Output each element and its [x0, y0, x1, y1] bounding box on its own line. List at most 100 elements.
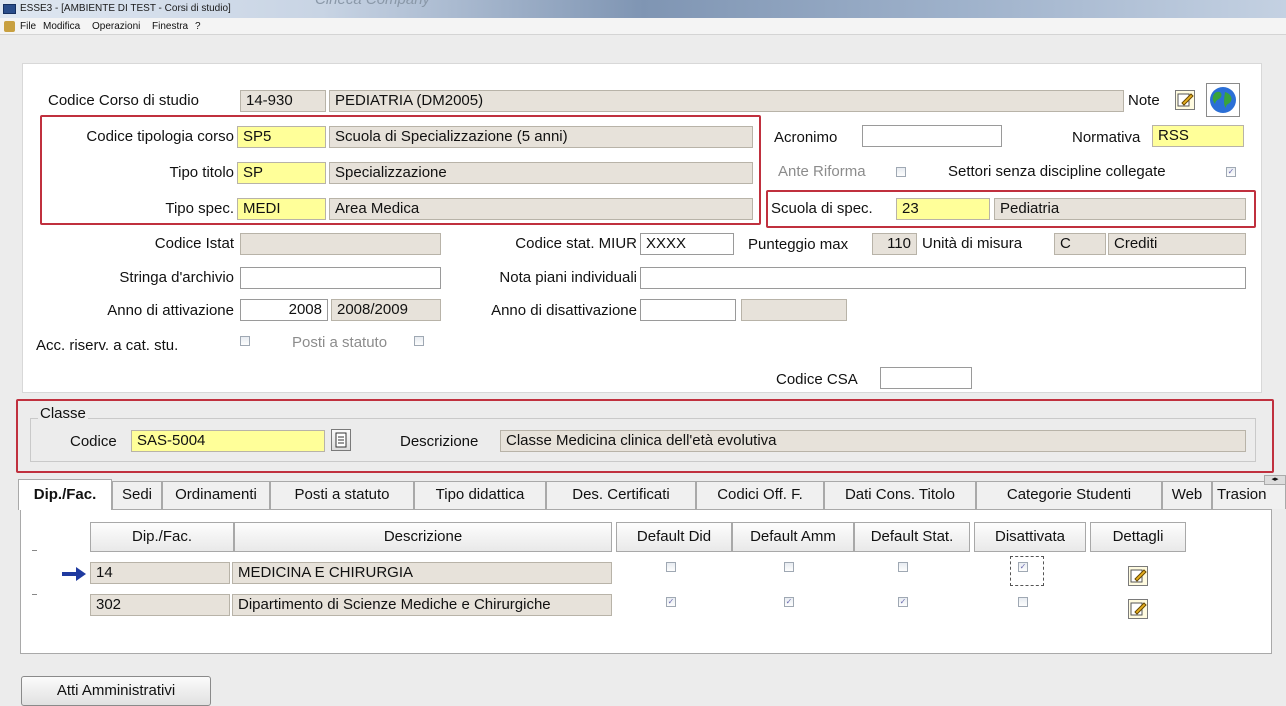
row1-default-did-checkbox[interactable]	[666, 562, 676, 572]
tab-scroll-arrows[interactable]: ◂▸	[1264, 475, 1286, 485]
row1-dettagli-edit-icon[interactable]	[1128, 566, 1148, 586]
tab-dati-cons-titolo[interactable]: Dati Cons. Titolo	[824, 481, 976, 509]
col-header-dettagli[interactable]: Dettagli	[1090, 522, 1186, 552]
col-header-descrizione[interactable]: Descrizione	[234, 522, 612, 552]
codice-corso-field[interactable]: 14-930	[240, 90, 326, 112]
settori-checkbox[interactable]: ✓	[1226, 167, 1236, 177]
tipo-titolo-label: Tipo titolo	[169, 164, 234, 181]
row1-default-amm-checkbox[interactable]	[784, 562, 794, 572]
tipo-titolo-codice-field[interactable]: SP	[237, 162, 326, 184]
tipo-spec-descrizione-field[interactable]: Area Medica	[329, 198, 753, 220]
col-header-default-amm[interactable]: Default Amm	[732, 522, 854, 552]
row2-default-amm-checkbox[interactable]: ✓	[784, 597, 794, 607]
row2-default-did-checkbox[interactable]: ✓	[666, 597, 676, 607]
tipo-titolo-descrizione-field[interactable]: Specializzazione	[329, 162, 753, 184]
app-menu-icon[interactable]	[4, 21, 15, 32]
col-header-dip-fac[interactable]: Dip./Fac.	[90, 522, 234, 552]
stat-miur-field[interactable]: XXXX	[640, 233, 734, 255]
grid-row-marker-2	[32, 594, 37, 595]
tab-web[interactable]: Web	[1162, 481, 1212, 509]
classe-codice-field[interactable]: SAS-5004	[131, 430, 325, 452]
anno-disattivazione-field[interactable]	[640, 299, 736, 321]
acc-riserv-checkbox[interactable]	[240, 336, 250, 346]
menu-file[interactable]: File	[20, 18, 36, 35]
tab-ordinamenti[interactable]: Ordinamenti	[162, 481, 270, 509]
menu-operazioni[interactable]: Operazioni	[92, 18, 140, 35]
main-form-panel	[22, 63, 1262, 393]
anno-attivazione-label: Anno di attivazione	[107, 302, 234, 319]
title-bar: ESSE3 - [AMBIENTE DI TEST - Corsi di stu…	[0, 0, 1286, 18]
nota-piani-field[interactable]	[640, 267, 1246, 289]
punteggio-field[interactable]: 110	[872, 233, 917, 255]
row1-default-stat-checkbox[interactable]	[898, 562, 908, 572]
stringa-archivio-field[interactable]	[240, 267, 441, 289]
brand-logo: Cineca Company	[315, 0, 430, 9]
acronimo-label: Acronimo	[774, 129, 838, 146]
normativa-field[interactable]: RSS	[1152, 125, 1244, 147]
classe-descrizione-label: Descrizione	[400, 433, 479, 450]
row1-disattivata-checkbox[interactable]: ✓	[1018, 562, 1028, 572]
grid-row-marker	[32, 550, 37, 551]
descrizione-corso-field[interactable]: PEDIATRIA (DM2005)	[329, 90, 1124, 112]
classe-group-label: Classe	[38, 404, 88, 424]
tipologia-label: Codice tipologia corso	[86, 128, 234, 145]
tab-sedi[interactable]: Sedi	[112, 481, 162, 509]
globe-icon[interactable]	[1206, 83, 1240, 117]
stringa-archivio-label: Stringa d'archivio	[119, 269, 234, 286]
classe-codice-label: Codice	[70, 433, 117, 450]
classe-descrizione-field[interactable]: Classe Medicina clinica dell'età evoluti…	[500, 430, 1246, 452]
col-header-disattivata[interactable]: Disattivata	[974, 522, 1086, 552]
menu-finestra[interactable]: Finestra	[152, 18, 188, 35]
unita-descrizione-field[interactable]: Crediti	[1108, 233, 1246, 255]
menu-modifica[interactable]: Modifica	[43, 18, 80, 35]
tipo-spec-codice-field[interactable]: MEDI	[237, 198, 326, 220]
punteggio-label: Punteggio max	[748, 236, 849, 253]
istat-label: Codice Istat	[154, 235, 234, 252]
atti-amministrativi-button[interactable]: Atti Amministrativi	[21, 676, 211, 706]
scuola-spec-descrizione-field[interactable]: Pediatria	[994, 198, 1246, 220]
current-row-arrow-icon	[60, 566, 88, 582]
tipologia-descrizione-field[interactable]: Scuola di Specializzazione (5 anni)	[329, 126, 753, 148]
posti-statuto-label: Posti a statuto	[292, 334, 388, 351]
classe-lookup-icon[interactable]	[331, 429, 351, 451]
codice-corso-label: Codice Corso di studio	[48, 92, 199, 109]
unita-codice-field[interactable]: C	[1054, 233, 1106, 255]
tab-posti-statuto[interactable]: Posti a statuto	[270, 481, 414, 509]
normativa-label: Normativa	[1072, 129, 1141, 146]
tipologia-codice-field[interactable]: SP5	[237, 126, 326, 148]
menu-bar: File Modifica Operazioni Finestra ?	[0, 18, 1286, 35]
window-title: ESSE3 - [AMBIENTE DI TEST - Corsi di stu…	[20, 3, 231, 14]
col-header-default-stat[interactable]: Default Stat.	[854, 522, 970, 552]
tipo-spec-label: Tipo spec.	[165, 200, 234, 217]
nota-piani-label: Nota piani individuali	[499, 269, 637, 286]
row1-descrizione-field[interactable]: MEDICINA E CHIRURGIA	[232, 562, 612, 584]
row2-disattivata-checkbox[interactable]	[1018, 597, 1028, 607]
row2-default-stat-checkbox[interactable]: ✓	[898, 597, 908, 607]
tab-tipo-didattica[interactable]: Tipo didattica	[414, 481, 546, 509]
ante-riforma-checkbox[interactable]	[896, 167, 906, 177]
note-label: Note	[1128, 92, 1160, 109]
acronimo-field[interactable]	[862, 125, 1002, 147]
codice-csa-field[interactable]	[880, 367, 972, 389]
tab-des-certificati[interactable]: Des. Certificati	[546, 481, 696, 509]
tab-strip: Dip./Fac. Sedi Ordinamenti Posti a statu…	[18, 479, 1286, 510]
app-icon	[3, 4, 16, 14]
tab-codici-off-f[interactable]: Codici Off. F.	[696, 481, 824, 509]
note-edit-icon[interactable]	[1175, 90, 1195, 110]
acc-riserv-label: Acc. riserv. a cat. stu.	[36, 337, 179, 354]
tab-dip-fac[interactable]: Dip./Fac.	[18, 479, 112, 510]
aa-disattivazione-field[interactable]	[741, 299, 847, 321]
menu-help[interactable]: ?	[195, 18, 201, 35]
row2-descrizione-field[interactable]: Dipartimento di Scienze Mediche e Chirur…	[232, 594, 612, 616]
istat-field[interactable]	[240, 233, 441, 255]
anno-attivazione-field[interactable]: 2008	[240, 299, 328, 321]
scuola-spec-codice-field[interactable]: 23	[896, 198, 990, 220]
row2-dettagli-edit-icon[interactable]	[1128, 599, 1148, 619]
posti-statuto-checkbox[interactable]	[414, 336, 424, 346]
col-header-default-did[interactable]: Default Did	[616, 522, 732, 552]
aa-attivazione-field[interactable]: 2008/2009	[331, 299, 441, 321]
tab-trasion[interactable]: Trasion	[1212, 481, 1286, 509]
tab-categorie-studenti[interactable]: Categorie Studenti	[976, 481, 1162, 509]
row2-dip-field[interactable]: 302	[90, 594, 230, 616]
row1-dip-field[interactable]: 14	[90, 562, 230, 584]
